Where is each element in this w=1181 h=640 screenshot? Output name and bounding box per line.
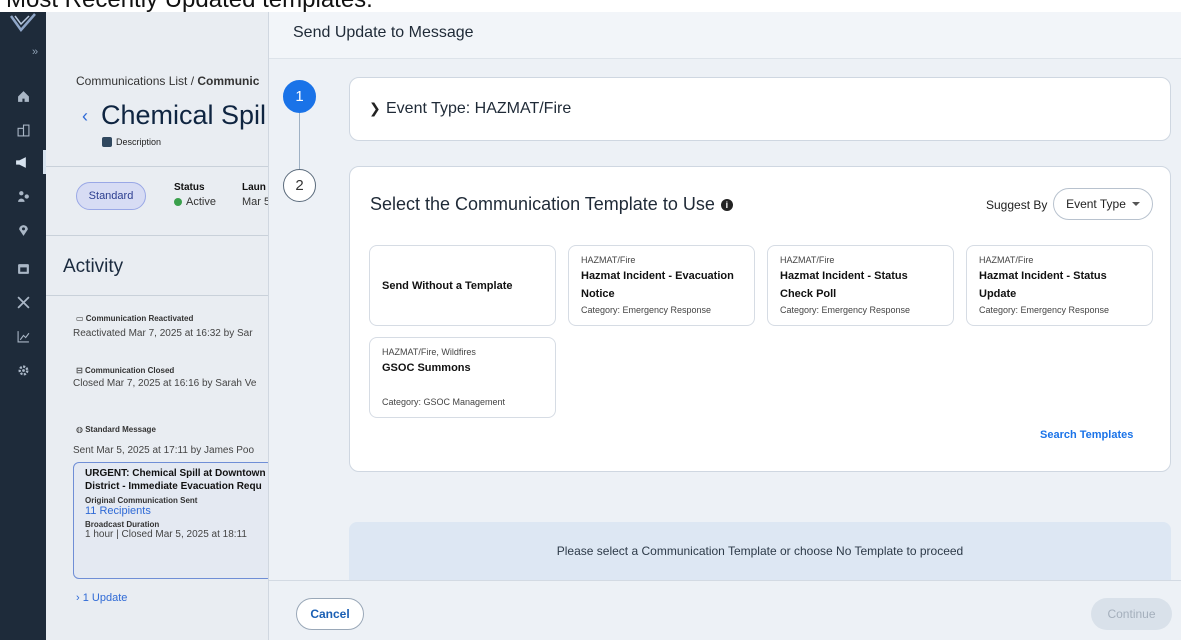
status-dot-icon bbox=[174, 198, 182, 206]
breadcrumb: Communications List / Communic bbox=[76, 74, 259, 88]
template-card[interactable]: HAZMAT/Fire Hazmat Incident - Evacuation… bbox=[568, 245, 755, 326]
caption-text: Most Recently Updated templates. bbox=[6, 0, 373, 12]
step-1-indicator: 1 bbox=[283, 80, 316, 113]
divider bbox=[46, 295, 268, 296]
template-card-no-template[interactable]: Send Without a Template bbox=[369, 245, 556, 326]
duration-value: 1 hour | Closed Mar 5, 2025 at 18:11 bbox=[85, 529, 247, 540]
event-type-label: Event Type: HAZMAT/Fire bbox=[386, 100, 572, 117]
step-connector bbox=[299, 113, 300, 169]
caption-strip: Most Recently Updated templates. bbox=[0, 0, 1181, 12]
launch-value: Mar 5 bbox=[242, 196, 268, 208]
breadcrumb-current: Communic bbox=[197, 74, 260, 88]
template-event: HAZMAT/Fire bbox=[979, 255, 1034, 265]
continue-button[interactable]: Continue bbox=[1091, 598, 1172, 630]
event-type-panel[interactable]: ❯ Event Type: HAZMAT/Fire bbox=[349, 77, 1171, 141]
suggest-by-value: Event Type bbox=[1066, 197, 1126, 211]
calendar-icon[interactable] bbox=[0, 256, 46, 280]
event-heading: ◍ Standard Message bbox=[76, 425, 156, 434]
template-name: Hazmat Incident - Evacuation Notice bbox=[581, 270, 734, 300]
location-icon[interactable] bbox=[0, 218, 46, 242]
modal-footer: Cancel Continue bbox=[269, 580, 1181, 640]
modal-title: Send Update to Message bbox=[293, 24, 474, 41]
event-heading: ▭ Communication Reactivated bbox=[76, 314, 194, 323]
message-line: District - Immediate Evacuation Requ bbox=[85, 481, 262, 492]
breadcrumb-root[interactable]: Communications List / bbox=[76, 74, 197, 88]
page-title: Chemical Spil bbox=[101, 100, 267, 130]
template-panel: Select the Communication Template to Use… bbox=[349, 166, 1171, 472]
message-card[interactable]: URGENT: Chemical Spill at Downtown Distr… bbox=[73, 462, 268, 579]
message-line: URGENT: Chemical Spill at Downtown bbox=[85, 468, 266, 479]
template-category: Category: Emergency Response bbox=[780, 305, 911, 315]
nav-rail: » bbox=[0, 12, 46, 640]
original-sent-label: Original Communication Sent bbox=[85, 496, 198, 505]
expand-rail-icon[interactable]: » bbox=[32, 46, 38, 58]
buildings-icon[interactable] bbox=[0, 118, 46, 142]
event-heading: ⊟ Communication Closed bbox=[76, 366, 175, 375]
duration-label: Broadcast Duration bbox=[85, 520, 160, 529]
cancel-button[interactable]: Cancel bbox=[296, 598, 364, 630]
megaphone-icon[interactable] bbox=[0, 150, 46, 174]
template-card[interactable]: HAZMAT/Fire, Wildfires GSOC Summons Cate… bbox=[369, 337, 556, 418]
status-text: Active bbox=[186, 196, 216, 208]
template-name: Hazmat Incident - Status Check Poll bbox=[780, 270, 908, 300]
template-name: Hazmat Incident - Status Update bbox=[979, 270, 1107, 300]
chart-icon[interactable] bbox=[0, 324, 46, 348]
event-text: Closed Mar 7, 2025 at 16:16 by Sarah Ve bbox=[73, 378, 257, 389]
launch-label: Laun bbox=[242, 182, 266, 193]
template-event: HAZMAT/Fire bbox=[581, 255, 636, 265]
description-link[interactable]: Description bbox=[102, 137, 161, 147]
description-label: Description bbox=[116, 137, 162, 147]
event-text: Reactivated Mar 7, 2025 at 16:32 by Sar bbox=[73, 328, 253, 339]
modal-header: Send Update to Message bbox=[269, 12, 1181, 59]
divider bbox=[46, 166, 268, 167]
communication-detail-page: Communications List / Communic ‹ Chemica… bbox=[46, 12, 268, 640]
recipients-link[interactable]: 11 Recipients bbox=[85, 505, 268, 517]
home-icon[interactable] bbox=[0, 84, 46, 108]
suggest-by-label: Suggest By bbox=[986, 198, 1048, 212]
template-event: HAZMAT/Fire bbox=[780, 255, 835, 265]
template-heading: Select the Communication Template to Use… bbox=[370, 194, 733, 215]
status-label: Status bbox=[174, 182, 205, 193]
edit-icon bbox=[102, 137, 112, 147]
type-badge: Standard bbox=[76, 182, 146, 210]
divider bbox=[46, 235, 268, 236]
selection-notice: Please select a Communication Template o… bbox=[349, 522, 1171, 580]
updates-link[interactable]: › 1 Update bbox=[76, 592, 127, 604]
template-category: Category: GSOC Management bbox=[382, 397, 506, 407]
template-category: Category: Emergency Response bbox=[581, 305, 712, 315]
gear-icon[interactable] bbox=[0, 358, 46, 382]
status-value: Active bbox=[174, 196, 216, 208]
template-name: Send Without a Template bbox=[382, 279, 513, 292]
send-update-modal: Send Update to Message 1 2 ❯ Event Type:… bbox=[268, 12, 1181, 640]
suggest-by-select[interactable]: Event Type bbox=[1053, 188, 1153, 220]
template-event: HAZMAT/Fire, Wildfires bbox=[382, 347, 476, 357]
template-heading-text: Select the Communication Template to Use bbox=[370, 194, 715, 214]
back-chevron-icon[interactable]: ‹ bbox=[82, 106, 88, 127]
logo-icon bbox=[9, 13, 36, 33]
search-templates-link[interactable]: Search Templates bbox=[1040, 429, 1133, 441]
caret-down-icon bbox=[1131, 202, 1140, 206]
template-card[interactable]: HAZMAT/Fire Hazmat Incident - Status Che… bbox=[767, 245, 954, 326]
template-card[interactable]: HAZMAT/Fire Hazmat Incident - Status Upd… bbox=[966, 245, 1153, 326]
template-category: Category: Emergency Response bbox=[979, 305, 1110, 315]
step-2-indicator: 2 bbox=[283, 169, 316, 202]
event-text: Sent Mar 5, 2025 at 17:11 by James Poo bbox=[73, 445, 255, 456]
activity-title: Activity bbox=[63, 256, 124, 277]
chevron-right-icon: ❯ bbox=[369, 100, 381, 116]
template-name: GSOC Summons bbox=[382, 362, 471, 374]
people-icon[interactable] bbox=[0, 184, 46, 208]
tools-icon[interactable] bbox=[0, 290, 46, 314]
info-icon[interactable]: i bbox=[720, 198, 733, 211]
